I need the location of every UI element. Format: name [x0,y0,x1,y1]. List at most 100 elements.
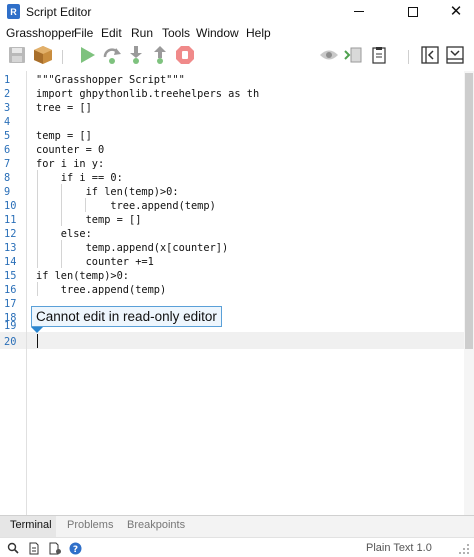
line-number: 5 [4,130,11,142]
line-number: 16 [4,284,17,296]
save-icon[interactable] [6,44,28,66]
maximize-icon [408,6,418,17]
toolbar [0,44,474,70]
document-settings-icon[interactable] [48,541,62,555]
code-line[interactable]: 7 for i in y: [0,157,464,171]
run-icon[interactable] [76,44,98,66]
line-text: tree.append(temp) [36,284,167,296]
minimize-button[interactable] [336,0,382,23]
code-line[interactable]: 20 [0,335,464,349]
line-number: 9 [4,186,11,198]
code-line[interactable]: 11 temp = [] [0,213,464,227]
line-number: 1 [4,74,11,86]
clipboard-icon[interactable] [368,44,390,66]
code-line[interactable]: 8 if i == 0: [0,171,464,185]
menu-window[interactable]: Window [196,26,239,40]
stop-icon[interactable] [174,44,196,66]
minimize-icon [354,11,364,12]
line-number: 8 [4,172,11,184]
code-line[interactable]: 16 tree.append(temp) [0,283,464,297]
line-number: 15 [4,270,17,282]
line-number: 12 [4,228,17,240]
code-line[interactable]: 6 counter = 0 [0,143,464,157]
tab-problems[interactable]: Problems [67,519,113,531]
line-number: 14 [4,256,17,268]
text-caret [37,334,38,348]
line-text: temp.append(x[counter]) [36,242,229,254]
title-bar: R Script Editor ✕ [0,0,474,23]
line-number: 7 [4,158,11,170]
menu-edit[interactable]: Edit [101,26,122,40]
code-line[interactable]: 4 [0,115,464,129]
line-number: 3 [4,102,11,114]
line-text: temp = [] [36,214,142,226]
step-into-icon[interactable] [125,44,147,66]
line-text: """Grasshopper Script""" [36,74,185,86]
line-number: 2 [4,88,11,100]
code-line[interactable]: 14 counter +=1 [0,255,464,269]
scrollbar-thumb[interactable] [465,73,473,349]
collapse-left-icon[interactable] [419,44,441,66]
window-title: Script Editor [26,5,92,19]
code-line[interactable]: 3 tree = [] [0,101,464,115]
menu-run[interactable]: Run [131,26,153,40]
document-icon[interactable] [27,541,41,555]
code-line[interactable]: 2 import ghpythonlib.treehelpers as th [0,87,464,101]
code-line[interactable]: 15 if len(temp)>0: [0,269,464,283]
status-bar: ? Plain Text 1.0 [0,537,474,557]
code-line[interactable]: 10 tree.append(temp) [0,199,464,213]
read-only-tooltip: Cannot edit in read-only editor [31,306,222,327]
close-button[interactable]: ✕ [433,0,474,23]
code-line[interactable]: 1 """Grasshopper Script""" [0,73,464,87]
code-editor[interactable]: 1 """Grasshopper Script""" 2 import ghpyth… [0,71,464,515]
line-text: if len(temp)>0: [36,270,129,282]
run-from-here-icon[interactable] [101,44,123,66]
menu-grasshopper[interactable]: Grasshopper [6,26,75,40]
menu-bar: Grasshopper File Edit Run Tools Window H… [0,24,474,42]
line-text: tree.append(temp) [36,200,216,212]
menu-file[interactable]: File [74,26,93,40]
toolbar-separator [408,50,409,64]
close-icon: ✕ [449,2,463,20]
line-text: tree = [] [36,102,92,114]
line-text: import ghpythonlib.treehelpers as th [36,88,260,100]
line-text: temp = [] [36,130,92,142]
help-icon[interactable]: ? [68,541,82,555]
code-line[interactable]: 13 temp.append(x[counter]) [0,241,464,255]
tab-terminal[interactable]: Terminal [10,519,52,531]
line-number: 10 [4,200,17,212]
app-icon: R [7,4,20,19]
line-number: 11 [4,214,17,226]
expand-down-icon[interactable] [444,44,466,66]
eye-icon[interactable] [318,44,340,66]
menu-help[interactable]: Help [246,26,271,40]
tab-breakpoints[interactable]: Breakpoints [127,519,185,531]
search-icon[interactable] [6,541,20,555]
line-number: 13 [4,242,17,254]
line-number: 19 [4,320,17,332]
maximize-button[interactable] [390,0,436,23]
code-line[interactable]: 5 temp = [] [0,129,464,143]
code-line[interactable]: 9 if len(temp)>0: [0,185,464,199]
svg-text:?: ? [72,545,77,555]
line-text: for i in y: [36,158,105,170]
line-text: if len(temp)>0: [36,186,179,198]
line-text: if i == 0: [36,172,123,184]
line-number: 6 [4,144,11,156]
line-text: else: [36,228,92,240]
line-text: counter +=1 [36,256,154,268]
package-icon[interactable] [32,44,54,66]
line-text: counter = 0 [36,144,105,156]
line-number: 4 [4,116,11,128]
resize-grip-icon[interactable] [458,543,470,555]
bottom-tab-bar: Terminal Problems Breakpoints [0,516,474,537]
toolbar-separator [62,50,63,64]
step-out-icon[interactable] [149,44,171,66]
menu-tools[interactable]: Tools [162,26,190,40]
language-mode[interactable]: Plain Text 1.0 [366,542,432,554]
vertical-scrollbar[interactable] [464,71,474,515]
tooltip-pointer [31,327,43,333]
code-line[interactable]: 12 else: [0,227,464,241]
variable-explorer-icon[interactable] [342,44,364,66]
line-number: 20 [4,336,17,348]
